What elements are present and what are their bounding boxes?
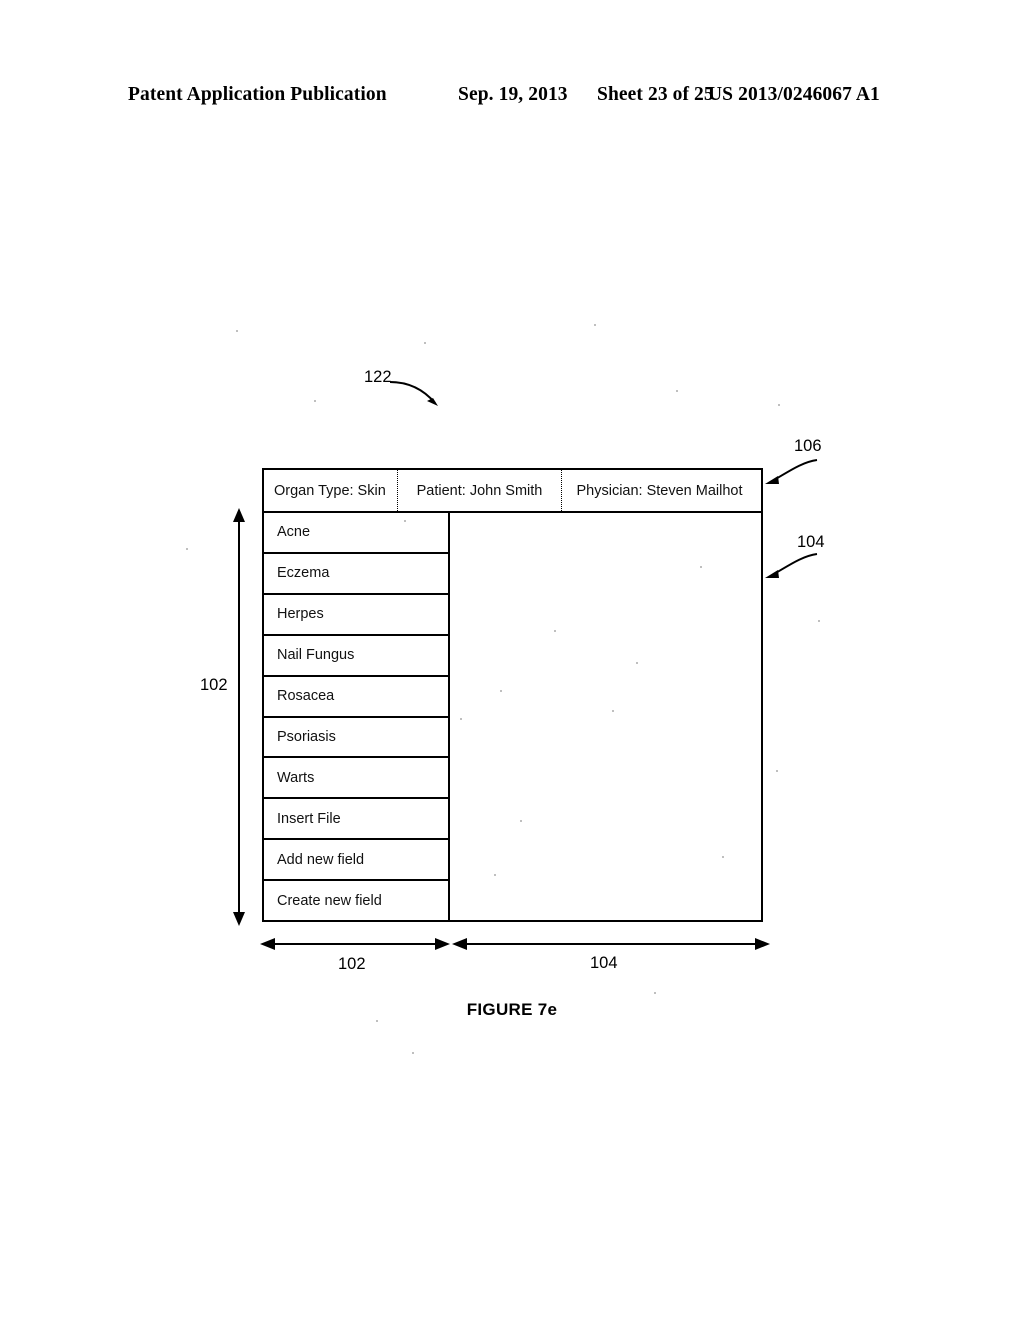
- scan-speck: [520, 820, 522, 822]
- window-body: Acne Eczema Herpes Nail Fungus Rosacea P…: [264, 513, 761, 920]
- content-pane[interactable]: [450, 513, 761, 920]
- scan-speck: [412, 1052, 414, 1054]
- scan-speck: [186, 548, 188, 550]
- dimension-arrow-horizontal-102: [260, 938, 450, 950]
- leader-line-104-right: [765, 553, 818, 578]
- scan-speck: [636, 662, 638, 664]
- figure-7e-drawing: 122 106 104 102 Organ Type: Skin Patient…: [0, 0, 1024, 1320]
- scan-speck: [676, 390, 678, 392]
- list-item-acne[interactable]: Acne: [264, 513, 448, 554]
- leader-line-106: [765, 459, 818, 484]
- scan-speck: [778, 404, 780, 406]
- list-item-add-new-field[interactable]: Add new field: [264, 840, 448, 882]
- list-item-eczema[interactable]: Eczema: [264, 554, 448, 595]
- reference-numeral-102-left: 102: [200, 676, 228, 694]
- dimension-arrow-vertical-102: [233, 508, 245, 926]
- list-item-warts[interactable]: Warts: [264, 758, 448, 800]
- scan-speck: [700, 566, 702, 568]
- scan-speck: [424, 342, 426, 344]
- scan-speck: [776, 770, 778, 772]
- scan-speck: [654, 992, 656, 994]
- header-cell-organ-type[interactable]: Organ Type: Skin: [264, 470, 398, 511]
- list-item-insert-file[interactable]: Insert File: [264, 799, 448, 841]
- figure-caption: FIGURE 7e: [0, 1000, 1024, 1020]
- dimension-arrow-horizontal-104: [452, 938, 770, 950]
- reference-numeral-104-right: 104: [797, 533, 825, 551]
- scan-speck: [314, 400, 316, 402]
- scan-speck: [500, 690, 502, 692]
- scan-speck: [594, 324, 596, 326]
- scan-speck: [236, 330, 238, 332]
- list-item-herpes[interactable]: Herpes: [264, 595, 448, 636]
- scan-speck: [494, 874, 496, 876]
- condition-list-panel: Acne Eczema Herpes Nail Fungus Rosacea P…: [264, 513, 450, 920]
- application-window: Organ Type: Skin Patient: John Smith Phy…: [262, 468, 763, 922]
- window-header-bar: Organ Type: Skin Patient: John Smith Phy…: [264, 470, 761, 513]
- scan-speck: [818, 620, 820, 622]
- figure-caption-text: FIGURE 7e: [466, 1000, 558, 1019]
- header-cell-patient[interactable]: Patient: John Smith: [398, 470, 562, 511]
- list-item-create-new-field[interactable]: Create new field: [264, 881, 448, 920]
- scan-speck: [404, 520, 406, 522]
- reference-numeral-106: 106: [794, 437, 822, 455]
- list-item-psoriasis[interactable]: Psoriasis: [264, 718, 448, 759]
- scan-speck: [612, 710, 614, 712]
- reference-numeral-104-bottom: 104: [590, 954, 618, 972]
- scan-speck: [722, 856, 724, 858]
- leader-line-122: [389, 381, 438, 406]
- scan-speck: [376, 1020, 378, 1022]
- list-item-nail-fungus[interactable]: Nail Fungus: [264, 636, 448, 677]
- header-cell-physician[interactable]: Physician: Steven Mailhot: [562, 470, 761, 511]
- scan-speck: [460, 718, 462, 720]
- scan-speck: [554, 630, 556, 632]
- reference-numeral-102-bottom: 102: [338, 955, 366, 973]
- list-item-rosacea[interactable]: Rosacea: [264, 677, 448, 718]
